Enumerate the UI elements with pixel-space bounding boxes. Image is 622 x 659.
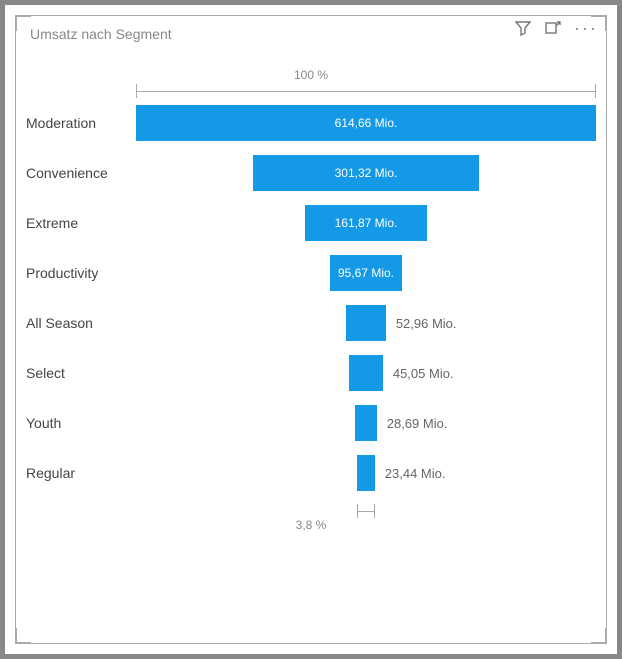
visual-outer-frame: ··· Umsatz nach Segment 100 % Moderation… bbox=[0, 0, 622, 659]
funnel-row: Convenience 301,32 Mio. bbox=[26, 148, 596, 198]
funnel-bar[interactable] bbox=[349, 355, 383, 391]
bar-zone: 28,69 Mio. bbox=[136, 405, 596, 441]
category-label: Regular bbox=[26, 465, 136, 481]
category-label: Extreme bbox=[26, 215, 136, 231]
bar-zone: 161,87 Mio. bbox=[136, 205, 596, 241]
filter-icon[interactable] bbox=[514, 19, 532, 37]
bar-zone: 23,44 Mio. bbox=[136, 455, 596, 491]
visual-inner-frame[interactable]: ··· Umsatz nach Segment 100 % Moderation… bbox=[15, 15, 607, 644]
bar-zone: 614,66 Mio. bbox=[136, 105, 596, 141]
bar-zone: 45,05 Mio. bbox=[136, 355, 596, 391]
funnel-bar[interactable]: 161,87 Mio. bbox=[305, 205, 426, 241]
bar-zone: 301,32 Mio. bbox=[136, 155, 596, 191]
value-label: 52,96 Mio. bbox=[386, 305, 457, 341]
selection-handle-tl[interactable] bbox=[15, 15, 31, 31]
bar-zone: 95,67 Mio. bbox=[136, 255, 596, 291]
category-label: Productivity bbox=[26, 265, 136, 281]
top-caliper-label: 100 % bbox=[26, 68, 596, 82]
funnel-row: All Season 52,96 Mio. bbox=[26, 298, 596, 348]
value-label: 45,05 Mio. bbox=[383, 355, 454, 391]
selection-handle-bl[interactable] bbox=[15, 628, 31, 644]
funnel-row: Youth 28,69 Mio. bbox=[26, 398, 596, 448]
category-label: Moderation bbox=[26, 115, 136, 131]
value-label: 23,44 Mio. bbox=[375, 455, 446, 491]
visual-toolbar: ··· bbox=[514, 14, 598, 42]
selection-handle-br[interactable] bbox=[591, 628, 607, 644]
funnel-row: Productivity 95,67 Mio. bbox=[26, 248, 596, 298]
funnel-bar[interactable] bbox=[355, 405, 376, 441]
funnel-bar[interactable]: 614,66 Mio. bbox=[136, 105, 596, 141]
top-caliper: 100 % bbox=[26, 68, 596, 94]
funnel-bar[interactable]: 301,32 Mio. bbox=[253, 155, 479, 191]
funnel-bar[interactable] bbox=[357, 455, 375, 491]
bottom-caliper: 3,8 % bbox=[26, 504, 596, 530]
category-label: All Season bbox=[26, 315, 136, 331]
category-label: Youth bbox=[26, 415, 136, 431]
funnel-row: Regular 23,44 Mio. bbox=[26, 448, 596, 498]
funnel-chart: 100 % Moderation614,66 Mio. Convenience 30… bbox=[26, 68, 596, 627]
funnel-bar[interactable] bbox=[346, 305, 386, 341]
chart-title: Umsatz nach Segment bbox=[30, 26, 598, 42]
category-label: Convenience bbox=[26, 165, 136, 181]
focus-mode-icon[interactable] bbox=[544, 19, 562, 37]
funnel-row: Select 45,05 Mio. bbox=[26, 348, 596, 398]
more-options-icon[interactable]: ··· bbox=[574, 19, 598, 37]
funnel-rows: Moderation614,66 Mio. Convenience 301,32 M… bbox=[26, 98, 596, 498]
bottom-caliper-label: 3,8 % bbox=[26, 518, 596, 532]
funnel-row: Moderation614,66 Mio. bbox=[26, 98, 596, 148]
funnel-bar[interactable]: 95,67 Mio. bbox=[330, 255, 402, 291]
bar-zone: 52,96 Mio. bbox=[136, 305, 596, 341]
category-label: Select bbox=[26, 365, 136, 381]
value-label: 28,69 Mio. bbox=[377, 405, 448, 441]
funnel-row: Extreme 161,87 Mio. bbox=[26, 198, 596, 248]
